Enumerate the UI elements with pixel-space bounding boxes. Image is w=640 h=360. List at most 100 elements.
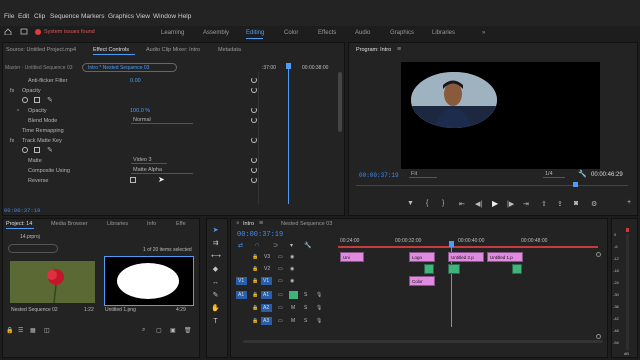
program-monitor-title[interactable]: Program: Intro xyxy=(356,47,391,53)
go-to-out-icon[interactable]: ⇥ xyxy=(523,200,529,208)
pen-mask-icon[interactable]: ✎ xyxy=(47,96,53,104)
tab-effect-controls[interactable]: Effect Controls xyxy=(93,47,129,53)
ec-timecode[interactable]: 00:00:37:19 xyxy=(4,207,40,214)
home-icon[interactable] xyxy=(4,28,12,36)
workspace-libraries[interactable]: Libraries xyxy=(432,30,455,36)
reset-icon[interactable] xyxy=(251,157,257,163)
track-v3-label[interactable]: V3 xyxy=(264,254,270,260)
workspace-effects[interactable]: Effects xyxy=(318,30,336,36)
track-eye-icon[interactable]: ◉ xyxy=(290,254,294,260)
reset-icon[interactable] xyxy=(251,137,257,143)
tab-media-browser[interactable]: Media Browser xyxy=(51,221,88,227)
timeline-scroll-handle[interactable] xyxy=(596,334,601,339)
workspace-editing[interactable]: Editing xyxy=(246,30,264,36)
add-button-icon[interactable]: + xyxy=(627,199,631,206)
reset-icon[interactable] xyxy=(251,167,257,173)
track-a2-target[interactable]: A2 xyxy=(261,304,272,312)
timeline-horizontal-scrollbar[interactable] xyxy=(243,340,603,343)
list-view-icon[interactable]: ☰ xyxy=(18,327,23,334)
clip-untitled-1[interactable]: Untitled 1.p xyxy=(487,252,523,262)
menu-edit[interactable]: Edit xyxy=(18,13,29,20)
selection-tool-icon[interactable]: ➤ xyxy=(211,226,220,235)
stopwatch-icon[interactable]: ◔ xyxy=(16,108,19,114)
row-opacity-group[interactable]: Opacity xyxy=(22,88,41,94)
track-lock-icon[interactable]: 🔒 xyxy=(252,305,258,311)
track-lock-icon[interactable]: 🔒 xyxy=(252,318,258,324)
tab-libraries[interactable]: Libraries xyxy=(107,221,128,227)
mic-icon[interactable]: 🎙 xyxy=(316,318,322,324)
menu-sequence[interactable]: Sequence xyxy=(50,13,79,20)
ripple-edit-tool-icon[interactable]: ⟷ xyxy=(211,252,221,261)
matte-rect-icon[interactable] xyxy=(34,147,40,153)
tab-source[interactable]: Source: Untitled Project.mp4 xyxy=(6,47,76,53)
clip-selector[interactable]: Intro * Nested Sequence 03 xyxy=(82,63,177,72)
master-clip-label[interactable]: Master · Untitled Sequence 03 xyxy=(5,65,73,71)
blend-mode-select[interactable]: Normal xyxy=(131,116,193,124)
row-time-remapping[interactable]: Time Remapping xyxy=(22,128,64,134)
thumbnail-nested-sequence[interactable] xyxy=(10,261,95,303)
workspace-more-button[interactable]: » xyxy=(482,30,485,36)
track-select-tool-icon[interactable]: ⇉ xyxy=(211,239,220,248)
mark-in-icon[interactable]: { xyxy=(426,200,428,207)
solo-button[interactable]: S xyxy=(304,292,307,298)
tab-intro[interactable]: Intro xyxy=(243,221,254,227)
extract-icon[interactable]: ⇪ xyxy=(557,200,563,208)
source-patch-v1[interactable]: V1 xyxy=(236,277,247,285)
system-issue-text[interactable]: System issues found xyxy=(44,29,95,35)
step-back-icon[interactable]: ◀| xyxy=(475,200,482,208)
new-item-icon[interactable]: ▣ xyxy=(170,327,176,334)
fit-select[interactable]: Fit xyxy=(409,170,437,178)
program-timecode[interactable]: 00:00:37:19 xyxy=(359,172,399,179)
source-patch-a1[interactable]: A1 xyxy=(236,291,247,299)
track-sync-icon[interactable]: ▭ xyxy=(278,278,283,284)
clip-nested-v2-b[interactable] xyxy=(448,264,460,274)
freeform-view-icon[interactable]: ◫ xyxy=(44,327,50,334)
menu-help[interactable]: Help xyxy=(178,13,191,20)
mute-button[interactable]: M xyxy=(291,305,295,311)
nest-toggle-icon[interactable]: ⇄ xyxy=(238,242,243,249)
reverse-checkbox[interactable] xyxy=(130,177,136,183)
mic-icon[interactable]: 🎙 xyxy=(316,292,322,298)
workspace-learning[interactable]: Learning xyxy=(161,30,184,36)
camera-icon[interactable]: ◙ xyxy=(574,200,578,207)
track-v1-target[interactable]: V1 xyxy=(261,277,272,285)
tab-nested-sequence[interactable]: Nested Sequence 03 xyxy=(281,221,332,227)
track-sync-icon[interactable]: ▭ xyxy=(278,305,283,311)
tab-metadata[interactable]: Metadata xyxy=(218,47,241,53)
track-sync-icon[interactable]: ▭ xyxy=(278,318,283,324)
rect-mask-icon[interactable] xyxy=(34,97,40,103)
mute-button-active[interactable] xyxy=(289,291,298,299)
clip-color[interactable]: Color xyxy=(409,276,435,286)
ellipse-mask-icon[interactable] xyxy=(22,97,28,103)
wrench-icon[interactable]: 🔧 xyxy=(578,170,587,178)
clip-uni[interactable]: Uni xyxy=(340,252,364,262)
icon-view-icon[interactable]: ▦ xyxy=(30,327,36,334)
track-sync-icon[interactable]: ▭ xyxy=(278,292,283,298)
track-lock-icon[interactable]: 🔒 xyxy=(252,254,258,260)
track-eye-icon[interactable]: ◉ xyxy=(290,278,294,284)
work-area-bar[interactable] xyxy=(338,246,598,248)
menu-window[interactable]: Window xyxy=(153,13,176,20)
snap-icon[interactable]: ∩ xyxy=(255,242,259,248)
track-lock-icon[interactable]: 🔒 xyxy=(252,266,258,272)
marker-icon[interactable]: ▼ xyxy=(407,200,414,207)
track-eye-icon[interactable]: ◉ xyxy=(290,266,294,272)
reset-icon[interactable] xyxy=(251,107,257,113)
track-lock-icon[interactable]: 🔒 xyxy=(252,278,258,284)
clip-untitled-2[interactable]: Untitled 2.p xyxy=(448,252,484,262)
track-lock-icon[interactable]: 🔒 xyxy=(252,292,258,298)
menu-graphics[interactable]: Graphics xyxy=(108,13,134,20)
menu-clip[interactable]: Clip xyxy=(34,13,45,20)
tab-audio-clip-mixer[interactable]: Audio Clip Mixer: Intro xyxy=(146,47,200,53)
workspace-graphics[interactable]: Graphics xyxy=(390,30,414,36)
opacity-value[interactable]: 100.0 % xyxy=(130,108,150,114)
mic-icon[interactable]: 🎙 xyxy=(316,305,322,311)
close-tab-icon[interactable]: × xyxy=(236,221,240,227)
type-tool-icon[interactable]: T xyxy=(211,317,220,326)
composite-select[interactable]: Matte Alpha xyxy=(131,166,193,174)
resolution-select[interactable]: 1/4 xyxy=(543,170,565,178)
track-sync-icon[interactable]: ▭ xyxy=(278,254,283,260)
new-bin-icon[interactable]: ▢ xyxy=(156,327,162,334)
tab-project[interactable]: Project: 14 xyxy=(6,221,32,227)
settings-icon[interactable]: ⚙ xyxy=(591,200,597,208)
